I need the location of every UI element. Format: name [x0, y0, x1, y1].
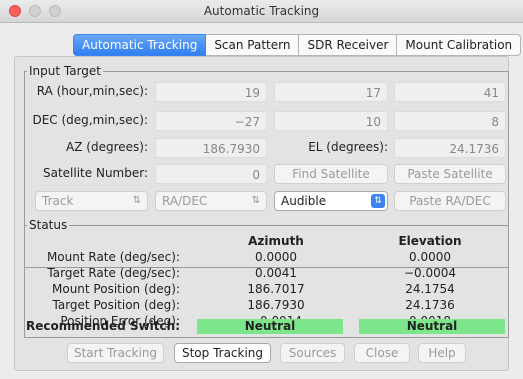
mount-position-el: 24.1754 — [405, 282, 455, 296]
updown-chevron-icon: ⇅ — [251, 195, 260, 206]
audio-select[interactable]: Audible ⇅ — [274, 191, 388, 211]
mode-select-value: Track — [42, 194, 74, 208]
mount-rate-el: 0.0000 — [409, 250, 451, 264]
coord-system-select-value: RA/DEC — [162, 194, 208, 208]
az-label: AZ (degrees): — [66, 140, 148, 154]
ra-label: RA (hour,min,sec): — [36, 84, 148, 98]
recommended-switch-el-badge: Neutral — [359, 319, 505, 334]
mount-rate-label: Mount Rate (deg/sec): — [46, 250, 180, 264]
target-rate-az: 0.0041 — [255, 266, 297, 280]
audio-select-value: Audible — [281, 194, 327, 208]
satellite-number-label: Satellite Number: — [43, 166, 148, 180]
tab-sdr-receiver[interactable]: SDR Receiver — [299, 34, 398, 56]
target-rate-label: Target Rate (deg/sec): — [47, 266, 180, 280]
ra-hour-field[interactable]: 19 — [155, 82, 267, 102]
elevation-column-header: Elevation — [398, 234, 462, 248]
dec-label: DEC (deg,min,sec): — [32, 113, 148, 127]
ra-sec-field[interactable]: 41 — [394, 82, 506, 102]
mount-position-label: Mount Position (deg): — [52, 282, 180, 296]
dec-deg-field[interactable]: −27 — [155, 111, 267, 131]
updown-chevron-icon: ⇅ — [132, 195, 141, 206]
updown-chevron-icon: ⇅ — [371, 194, 385, 208]
target-position-az: 186.7930 — [247, 298, 305, 312]
paste-radec-button[interactable]: Paste RA/DEC — [394, 191, 506, 211]
target-position-el: 24.1736 — [405, 298, 455, 312]
input-target-legend: Input Target — [29, 64, 102, 78]
mode-select[interactable]: Track ⇅ — [35, 191, 148, 211]
tab-mount-calibration[interactable]: Mount Calibration — [397, 34, 522, 56]
mount-rate-az: 0.0000 — [255, 250, 297, 264]
sources-button[interactable]: Sources — [280, 343, 345, 363]
dec-sec-field[interactable]: 8 — [394, 111, 506, 131]
status-legend: Status — [29, 218, 68, 232]
recommended-switch-label: Recommended Switch: — [26, 319, 180, 333]
coord-system-select[interactable]: RA/DEC ⇅ — [155, 191, 267, 211]
start-tracking-button[interactable]: Start Tracking — [67, 343, 164, 363]
target-position-label: Target Position (deg): — [52, 298, 181, 312]
help-button[interactable]: Help — [418, 343, 466, 363]
ra-min-field[interactable]: 17 — [274, 82, 388, 102]
close-button[interactable]: Close — [354, 343, 410, 363]
paste-satellite-button[interactable]: Paste Satellite — [394, 164, 506, 184]
title-bar: Automatic Tracking — [0, 0, 523, 23]
tab-scan-pattern[interactable]: Scan Pattern — [206, 34, 300, 56]
azimuth-column-header: Azimuth — [248, 234, 304, 248]
window-title: Automatic Tracking — [203, 4, 320, 18]
target-rate-el: −0.0004 — [403, 266, 457, 280]
find-satellite-button[interactable]: Find Satellite — [274, 164, 388, 184]
recommended-switch-az-badge: Neutral — [197, 319, 343, 334]
el-label: EL (degrees): — [308, 140, 388, 154]
stop-tracking-button[interactable]: Stop Tracking — [174, 343, 271, 363]
tab-bar: Automatic Tracking Scan Pattern SDR Rece… — [73, 34, 522, 56]
dec-min-field[interactable]: 10 — [274, 111, 388, 131]
mount-position-az: 186.7017 — [247, 282, 305, 296]
az-field[interactable]: 186.7930 — [155, 138, 267, 158]
el-field[interactable]: 24.1736 — [394, 138, 506, 158]
tab-automatic-tracking[interactable]: Automatic Tracking — [73, 34, 207, 56]
satellite-number-field[interactable]: 0 — [155, 164, 267, 184]
